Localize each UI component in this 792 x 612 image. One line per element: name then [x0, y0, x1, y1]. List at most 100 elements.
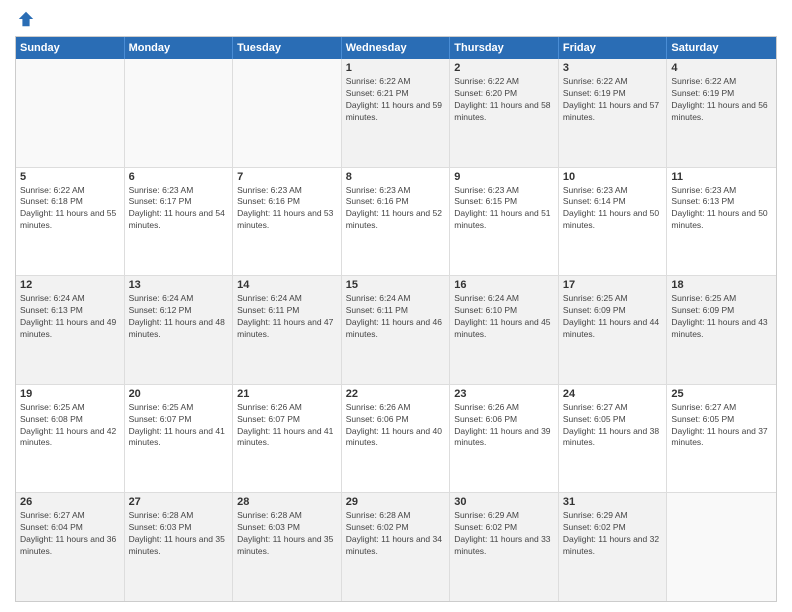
- sunset-text: Sunset: 6:14 PM: [563, 196, 663, 208]
- day-number: 14: [237, 279, 337, 291]
- calendar-cell-4-4: 30Sunrise: 6:29 AMSunset: 6:02 PMDayligh…: [450, 493, 559, 601]
- daylight-text: Daylight: 11 hours and 46 minutes.: [346, 317, 446, 341]
- calendar-cell-4-2: 28Sunrise: 6:28 AMSunset: 6:03 PMDayligh…: [233, 493, 342, 601]
- sunrise-text: Sunrise: 6:28 AM: [346, 510, 446, 522]
- day-number: 2: [454, 62, 554, 74]
- daylight-text: Daylight: 11 hours and 54 minutes.: [129, 208, 229, 232]
- calendar-cell-0-4: 2Sunrise: 6:22 AMSunset: 6:20 PMDaylight…: [450, 59, 559, 167]
- sunset-text: Sunset: 6:02 PM: [346, 522, 446, 534]
- daylight-text: Daylight: 11 hours and 58 minutes.: [454, 100, 554, 124]
- header-day-monday: Monday: [125, 37, 234, 59]
- daylight-text: Daylight: 11 hours and 35 minutes.: [129, 534, 229, 558]
- sunset-text: Sunset: 6:09 PM: [671, 305, 772, 317]
- header-day-friday: Friday: [559, 37, 668, 59]
- sunrise-text: Sunrise: 6:24 AM: [346, 293, 446, 305]
- calendar-cell-2-4: 16Sunrise: 6:24 AMSunset: 6:10 PMDayligh…: [450, 276, 559, 384]
- sunrise-text: Sunrise: 6:28 AM: [237, 510, 337, 522]
- daylight-text: Daylight: 11 hours and 37 minutes.: [671, 426, 772, 450]
- sunrise-text: Sunrise: 6:27 AM: [671, 402, 772, 414]
- header-day-sunday: Sunday: [16, 37, 125, 59]
- sunrise-text: Sunrise: 6:23 AM: [454, 185, 554, 197]
- sunset-text: Sunset: 6:16 PM: [346, 196, 446, 208]
- daylight-text: Daylight: 11 hours and 35 minutes.: [237, 534, 337, 558]
- sunrise-text: Sunrise: 6:22 AM: [346, 76, 446, 88]
- sunset-text: Sunset: 6:20 PM: [454, 88, 554, 100]
- sunset-text: Sunset: 6:19 PM: [563, 88, 663, 100]
- calendar-cell-3-5: 24Sunrise: 6:27 AMSunset: 6:05 PMDayligh…: [559, 385, 668, 493]
- calendar-cell-2-6: 18Sunrise: 6:25 AMSunset: 6:09 PMDayligh…: [667, 276, 776, 384]
- sunset-text: Sunset: 6:15 PM: [454, 196, 554, 208]
- daylight-text: Daylight: 11 hours and 49 minutes.: [20, 317, 120, 341]
- sunrise-text: Sunrise: 6:25 AM: [129, 402, 229, 414]
- calendar-cell-3-0: 19Sunrise: 6:25 AMSunset: 6:08 PMDayligh…: [16, 385, 125, 493]
- sunrise-text: Sunrise: 6:26 AM: [454, 402, 554, 414]
- daylight-text: Daylight: 11 hours and 47 minutes.: [237, 317, 337, 341]
- day-number: 22: [346, 388, 446, 400]
- sunrise-text: Sunrise: 6:22 AM: [563, 76, 663, 88]
- daylight-text: Daylight: 11 hours and 52 minutes.: [346, 208, 446, 232]
- calendar-cell-1-5: 10Sunrise: 6:23 AMSunset: 6:14 PMDayligh…: [559, 168, 668, 276]
- day-number: 7: [237, 171, 337, 183]
- sunrise-text: Sunrise: 6:24 AM: [129, 293, 229, 305]
- page: SundayMondayTuesdayWednesdayThursdayFrid…: [0, 0, 792, 612]
- day-number: 10: [563, 171, 663, 183]
- day-number: 4: [671, 62, 772, 74]
- daylight-text: Daylight: 11 hours and 53 minutes.: [237, 208, 337, 232]
- day-number: 5: [20, 171, 120, 183]
- sunset-text: Sunset: 6:11 PM: [346, 305, 446, 317]
- sunset-text: Sunset: 6:07 PM: [237, 414, 337, 426]
- daylight-text: Daylight: 11 hours and 45 minutes.: [454, 317, 554, 341]
- calendar-cell-1-3: 8Sunrise: 6:23 AMSunset: 6:16 PMDaylight…: [342, 168, 451, 276]
- sunrise-text: Sunrise: 6:25 AM: [563, 293, 663, 305]
- day-number: 6: [129, 171, 229, 183]
- calendar-cell-0-6: 4Sunrise: 6:22 AMSunset: 6:19 PMDaylight…: [667, 59, 776, 167]
- sunset-text: Sunset: 6:18 PM: [20, 196, 120, 208]
- sunrise-text: Sunrise: 6:26 AM: [346, 402, 446, 414]
- day-number: 28: [237, 496, 337, 508]
- calendar-cell-0-3: 1Sunrise: 6:22 AMSunset: 6:21 PMDaylight…: [342, 59, 451, 167]
- daylight-text: Daylight: 11 hours and 59 minutes.: [346, 100, 446, 124]
- calendar-cell-0-2: [233, 59, 342, 167]
- calendar-cell-1-4: 9 Sunrise: 6:23 AMSunset: 6:15 PMDaylight…: [450, 168, 559, 276]
- day-number: 27: [129, 496, 229, 508]
- daylight-text: Daylight: 11 hours and 57 minutes.: [563, 100, 663, 124]
- day-number: 9: [454, 171, 554, 183]
- calendar-cell-3-4: 23Sunrise: 6:26 AMSunset: 6:06 PMDayligh…: [450, 385, 559, 493]
- calendar-cell-4-5: 31Sunrise: 6:29 AMSunset: 6:02 PMDayligh…: [559, 493, 668, 601]
- header-day-thursday: Thursday: [450, 37, 559, 59]
- day-number: 23: [454, 388, 554, 400]
- sunset-text: Sunset: 6:05 PM: [671, 414, 772, 426]
- calendar-row-2: 12Sunrise: 6:24 AMSunset: 6:13 PMDayligh…: [16, 276, 776, 385]
- calendar-row-3: 19Sunrise: 6:25 AMSunset: 6:08 PMDayligh…: [16, 385, 776, 494]
- day-number: 8: [346, 171, 446, 183]
- daylight-text: Daylight: 11 hours and 38 minutes.: [563, 426, 663, 450]
- daylight-text: Daylight: 11 hours and 50 minutes.: [563, 208, 663, 232]
- daylight-text: Daylight: 11 hours and 51 minutes.: [454, 208, 554, 232]
- header-day-wednesday: Wednesday: [342, 37, 451, 59]
- logo-icon: [17, 10, 35, 28]
- calendar-row-0: 1Sunrise: 6:22 AMSunset: 6:21 PMDaylight…: [16, 59, 776, 168]
- sunrise-text: Sunrise: 6:23 AM: [671, 185, 772, 197]
- calendar-cell-0-0: [16, 59, 125, 167]
- sunset-text: Sunset: 6:02 PM: [454, 522, 554, 534]
- day-number: 24: [563, 388, 663, 400]
- logo: [15, 10, 35, 28]
- day-number: 16: [454, 279, 554, 291]
- calendar-cell-0-1: [125, 59, 234, 167]
- calendar-row-1: 5Sunrise: 6:22 AMSunset: 6:18 PMDaylight…: [16, 168, 776, 277]
- calendar-cell-3-1: 20Sunrise: 6:25 AMSunset: 6:07 PMDayligh…: [125, 385, 234, 493]
- daylight-text: Daylight: 11 hours and 55 minutes.: [20, 208, 120, 232]
- sunset-text: Sunset: 6:02 PM: [563, 522, 663, 534]
- sunset-text: Sunset: 6:19 PM: [671, 88, 772, 100]
- sunrise-text: Sunrise: 6:29 AM: [563, 510, 663, 522]
- sunrise-text: Sunrise: 6:24 AM: [454, 293, 554, 305]
- sunrise-text: Sunrise: 6:27 AM: [563, 402, 663, 414]
- day-number: 20: [129, 388, 229, 400]
- day-number: 30: [454, 496, 554, 508]
- calendar-cell-1-0: 5Sunrise: 6:22 AMSunset: 6:18 PMDaylight…: [16, 168, 125, 276]
- day-number: 19: [20, 388, 120, 400]
- daylight-text: Daylight: 11 hours and 34 minutes.: [346, 534, 446, 558]
- daylight-text: Daylight: 11 hours and 50 minutes.: [671, 208, 772, 232]
- daylight-text: Daylight: 11 hours and 42 minutes.: [20, 426, 120, 450]
- day-number: 12: [20, 279, 120, 291]
